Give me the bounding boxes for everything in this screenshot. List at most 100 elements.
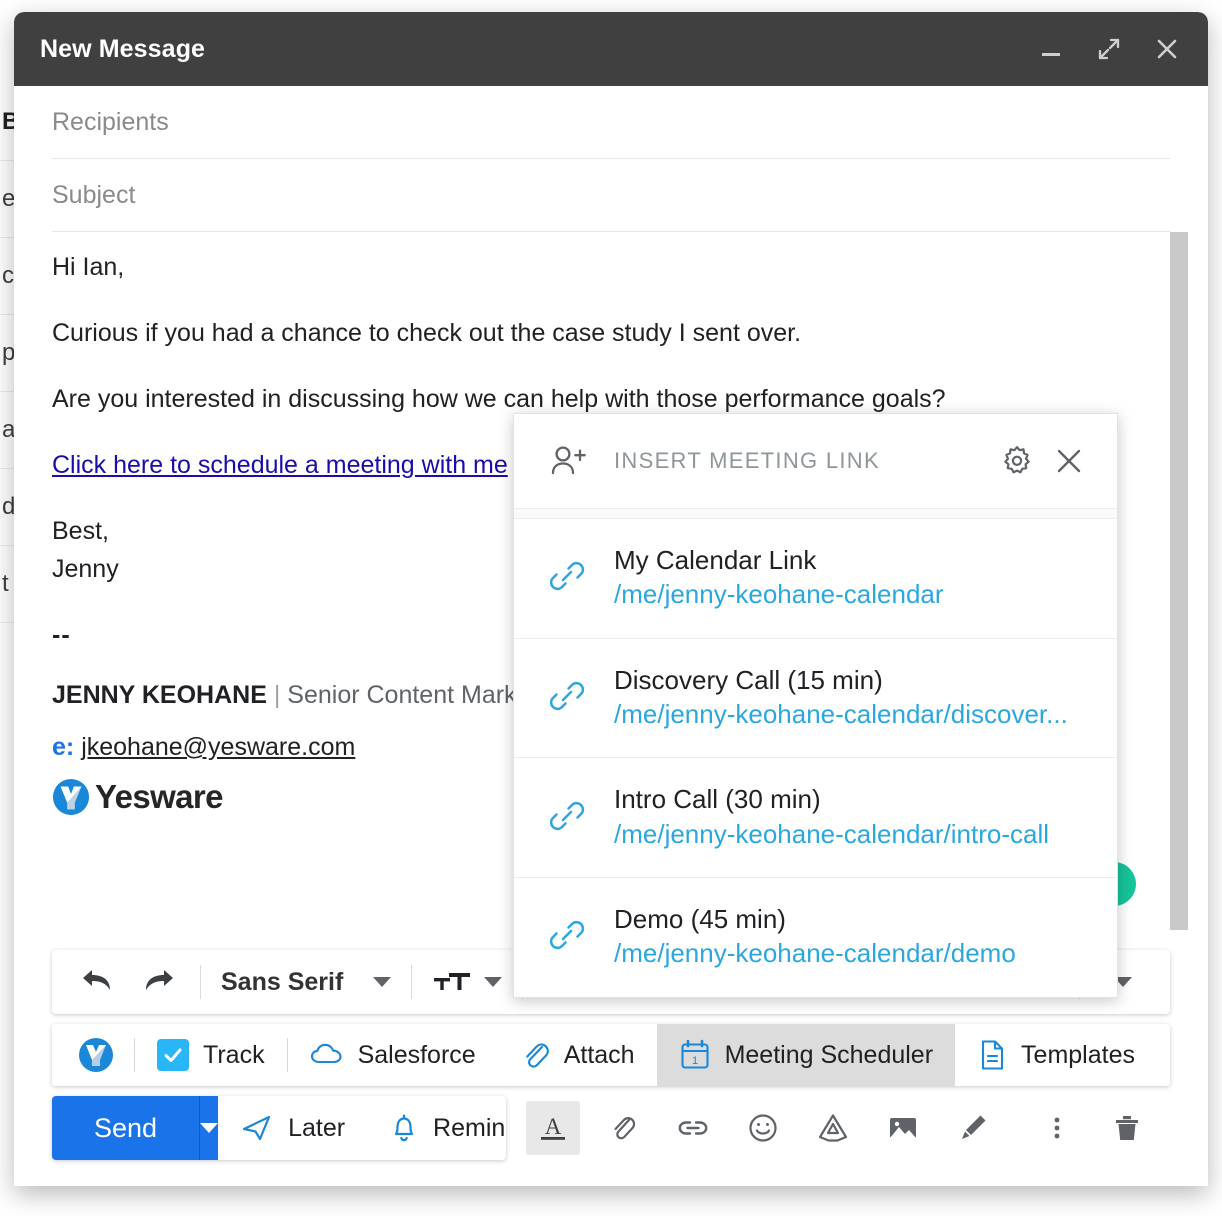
- yesware-item-label: Attach: [564, 1041, 635, 1070]
- yesware-item-label: Track: [203, 1041, 265, 1070]
- link-icon: [546, 800, 588, 834]
- subject-field[interactable]: Subject: [52, 159, 1170, 232]
- signature-name: JENNY KEOHANE: [52, 681, 267, 709]
- link-icon: [675, 1113, 711, 1143]
- format-text-icon: A: [536, 1111, 570, 1145]
- chevron-down-icon: [373, 977, 391, 987]
- popup-separator: [514, 509, 1117, 519]
- popup-header: INSERT MEETING LINK: [514, 414, 1117, 509]
- meeting-link-url: /me/jenny-keohane-calendar: [614, 577, 1085, 611]
- meeting-link-texts: Discovery Call (15 min) /me/jenny-keohan…: [614, 663, 1085, 732]
- yesware-item-attach[interactable]: Attach: [498, 1024, 657, 1086]
- yesware-item-meeting-scheduler[interactable]: 1 Meeting Scheduler: [657, 1024, 955, 1086]
- insert-emoji-button[interactable]: [736, 1101, 790, 1155]
- add-person-icon: [546, 441, 592, 481]
- send-later-label: Later: [288, 1114, 345, 1143]
- chevron-down-icon: [484, 977, 502, 987]
- meeting-link-option[interactable]: My Calendar Link /me/jenny-keohane-calen…: [514, 519, 1117, 639]
- font-family-selector[interactable]: Sans Serif: [215, 968, 397, 997]
- meeting-link-title: My Calendar Link: [614, 543, 1085, 577]
- close-button[interactable]: [1152, 34, 1182, 64]
- calendar-icon: 1: [679, 1038, 711, 1072]
- recipients-placeholder: Recipients: [52, 108, 169, 137]
- bell-icon: [389, 1111, 419, 1145]
- meeting-link-option[interactable]: Intro Call (30 min) /me/jenny-keohane-ca…: [514, 758, 1117, 878]
- send-later-button[interactable]: Later: [218, 1096, 367, 1160]
- format-text-button[interactable]: A: [526, 1101, 580, 1155]
- yesware-item-track[interactable]: Track: [135, 1024, 287, 1086]
- more-vertical-icon: [1046, 1111, 1068, 1145]
- compose-icon-tray: A: [526, 1101, 1170, 1155]
- toolbar-divider: [411, 965, 412, 999]
- send-options-button[interactable]: [199, 1096, 218, 1160]
- discard-draft-button[interactable]: [1100, 1101, 1154, 1155]
- link-icon: [546, 919, 588, 953]
- yesware-item-templates[interactable]: Templates: [955, 1024, 1157, 1086]
- undo-icon: [82, 969, 116, 995]
- insert-meeting-link-popup: INSERT MEETING LINK My Calendar Link /me…: [513, 413, 1118, 998]
- compose-title: New Message: [40, 35, 1036, 64]
- send-button[interactable]: Send: [52, 1096, 199, 1160]
- send-bar: Send Later Remind: [14, 1096, 1208, 1186]
- body-paragraph-1: Curious if you had a chance to check out…: [52, 314, 1170, 352]
- undo-button[interactable]: [70, 959, 128, 1005]
- close-icon: [1051, 443, 1087, 479]
- signature-separator: |: [274, 681, 281, 709]
- trash-icon: [1111, 1111, 1143, 1145]
- insert-link-button[interactable]: [666, 1101, 720, 1155]
- yesware-toolbar: Track Salesforce Attach: [52, 1024, 1170, 1086]
- meeting-link-url: /me/jenny-keohane-calendar/intro-call: [614, 817, 1085, 851]
- confidential-mode-button[interactable]: [946, 1101, 1000, 1155]
- link-icon: [546, 560, 588, 594]
- recipients-field[interactable]: Recipients: [52, 86, 1170, 159]
- font-size-selector[interactable]: [426, 967, 508, 997]
- insert-drive-button[interactable]: [806, 1101, 860, 1155]
- google-drive-icon: [816, 1111, 850, 1145]
- meeting-link-title: Intro Call (30 min): [614, 782, 1085, 816]
- attach-file-button[interactable]: [596, 1101, 650, 1155]
- yesware-item-label: Templates: [1021, 1041, 1135, 1070]
- meeting-link-texts: Demo (45 min) /me/jenny-keohane-calendar…: [614, 902, 1085, 971]
- yesware-item-salesforce[interactable]: Salesforce: [288, 1024, 498, 1086]
- expand-button[interactable]: [1094, 34, 1124, 64]
- font-family-label: Sans Serif: [221, 968, 343, 997]
- pen-icon: [956, 1111, 990, 1145]
- popup-close-button[interactable]: [1043, 435, 1095, 487]
- link-icon: [546, 680, 588, 714]
- paperclip-icon: [608, 1111, 638, 1145]
- remind-button[interactable]: Remind: [367, 1096, 506, 1160]
- paperclip-icon: [520, 1038, 550, 1072]
- yesware-logo-button[interactable]: [52, 1024, 134, 1086]
- meeting-link-option[interactable]: Discovery Call (15 min) /me/jenny-keohan…: [514, 639, 1117, 759]
- meeting-link-texts: My Calendar Link /me/jenny-keohane-calen…: [614, 543, 1085, 612]
- minimize-button[interactable]: [1036, 34, 1066, 64]
- svg-text:1: 1: [692, 1055, 698, 1067]
- yesware-item-label: Salesforce: [358, 1041, 476, 1070]
- insert-photo-button[interactable]: [876, 1101, 930, 1155]
- meeting-link-option[interactable]: Demo (45 min) /me/jenny-keohane-calendar…: [514, 878, 1117, 997]
- subject-placeholder: Subject: [52, 181, 135, 210]
- signature-logo-text: Yesware: [95, 772, 223, 822]
- meeting-link-url: /me/jenny-keohane-calendar/discover...: [614, 697, 1085, 731]
- document-icon: [977, 1038, 1007, 1072]
- body-scrollbar-thumb[interactable]: [1170, 232, 1188, 930]
- cloud-icon: [310, 1042, 344, 1068]
- remind-label: Remind: [433, 1114, 506, 1143]
- image-icon: [886, 1111, 920, 1145]
- checkbox-checked-icon: [157, 1039, 189, 1071]
- schedule-meeting-link[interactable]: Click here to schedule a meeting with me: [52, 451, 508, 479]
- gear-icon: [998, 442, 1036, 480]
- compose-title-bar: New Message: [14, 12, 1208, 86]
- more-options-button[interactable]: [1030, 1101, 1084, 1155]
- popup-settings-button[interactable]: [991, 435, 1043, 487]
- svg-text:A: A: [545, 1114, 562, 1139]
- redo-button[interactable]: [128, 959, 186, 1005]
- yesware-logo-icon: [52, 778, 90, 816]
- body-greeting: Hi Ian,: [52, 248, 1170, 286]
- popup-title: INSERT MEETING LINK: [614, 448, 991, 474]
- redo-icon: [140, 969, 174, 995]
- minimize-icon: [1038, 36, 1064, 62]
- emoji-icon: [746, 1111, 780, 1145]
- signature-email[interactable]: jkeohane@yesware.com: [81, 733, 355, 761]
- meeting-link-title: Discovery Call (15 min): [614, 663, 1085, 697]
